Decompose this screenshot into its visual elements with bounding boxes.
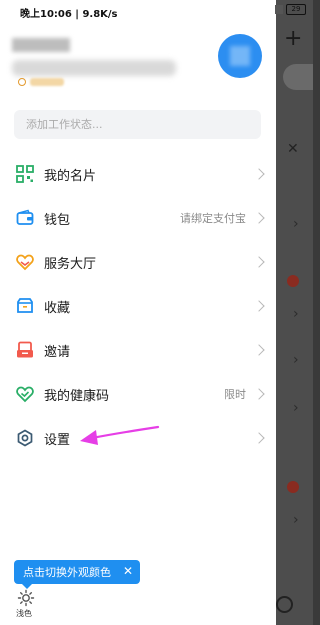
menu-item-service-hall[interactable]: 服务大厅 [0, 240, 276, 284]
wallet-icon [16, 209, 34, 227]
background-unread-dot [287, 275, 299, 287]
background-chevron-icon: › [293, 216, 299, 232]
menu-item-hint: 请绑定支付宝 [180, 212, 246, 225]
health-heart-icon [16, 385, 34, 403]
status-icons: 29 [275, 4, 306, 15]
chevron-right-icon [253, 388, 265, 400]
badge-text [30, 78, 64, 86]
background-search-pill [283, 64, 313, 90]
side-drawer: 晚上10:06 | 9.8K/s 29 我的名片 [0, 0, 306, 625]
menu-item-label: 钱包 [44, 212, 71, 228]
heart-hands-icon [16, 253, 34, 271]
chevron-right-icon [253, 344, 265, 356]
menu-item-label: 服务大厅 [44, 256, 97, 272]
menu-item-hint: 限时 [224, 388, 246, 401]
menu-item-business-card[interactable]: 我的名片 [0, 152, 276, 196]
avatar[interactable] [218, 34, 262, 78]
menu-item-wallet[interactable]: 钱包 请绑定支付宝 [0, 196, 276, 240]
menu-item-label: 我的名片 [44, 168, 97, 184]
background-unread-dot [287, 481, 299, 493]
background-add-icon: + [284, 26, 303, 51]
background-chevron-icon: › [293, 400, 299, 416]
appearance-tooltip: 点击切换外观颜色 ✕ [14, 560, 140, 589]
menu-item-label: 收藏 [44, 300, 71, 316]
sun-icon [17, 589, 35, 607]
menu-item-favorites[interactable]: 收藏 [0, 284, 276, 328]
tooltip-text: 点击切换外观颜色 [23, 566, 111, 579]
work-status-input[interactable] [14, 110, 261, 139]
background-compass-icon [276, 596, 293, 613]
chevron-right-icon [253, 256, 265, 268]
chevron-right-icon [253, 168, 265, 180]
status-time: 晚上10:06 | 9.8K/s [20, 9, 118, 20]
signal-icon [275, 5, 283, 14]
theme-label: 浅色 [16, 609, 32, 618]
profile-subtitle [12, 60, 176, 76]
badge-icon [18, 78, 26, 86]
gear-icon [16, 429, 34, 447]
chevron-right-icon [253, 300, 265, 312]
menu-item-label: 设置 [44, 432, 71, 448]
chevron-right-icon [253, 212, 265, 224]
profile-name[interactable] [12, 38, 70, 52]
background-chevron-icon: › [293, 306, 299, 322]
avatar-image [230, 46, 250, 66]
star-box-icon [16, 297, 34, 315]
menu-item-invite[interactable]: 邀请 [0, 328, 276, 372]
qr-card-icon [16, 165, 34, 183]
background-close-icon: ✕ [287, 141, 299, 157]
battery-icon: 29 [286, 4, 306, 15]
profile-badge [18, 78, 64, 86]
pointer-arrow-icon [80, 425, 160, 445]
menu-item-label: 我的健康码 [44, 388, 110, 404]
chevron-right-icon [253, 432, 265, 444]
menu-item-label: 邀请 [44, 344, 71, 360]
menu-list: 我的名片 钱包 请绑定支付宝 服务大厅 收藏 邀请 我的健康码 限时 设置 [0, 152, 276, 460]
close-icon[interactable]: ✕ [123, 564, 133, 578]
menu-item-health-code[interactable]: 我的健康码 限时 [0, 372, 276, 416]
invite-icon [16, 341, 34, 359]
background-chevron-icon: › [293, 352, 299, 368]
status-bar: 晚上10:06 | 9.8K/s 29 [0, 0, 306, 22]
background-chevron-icon: › [293, 512, 299, 528]
